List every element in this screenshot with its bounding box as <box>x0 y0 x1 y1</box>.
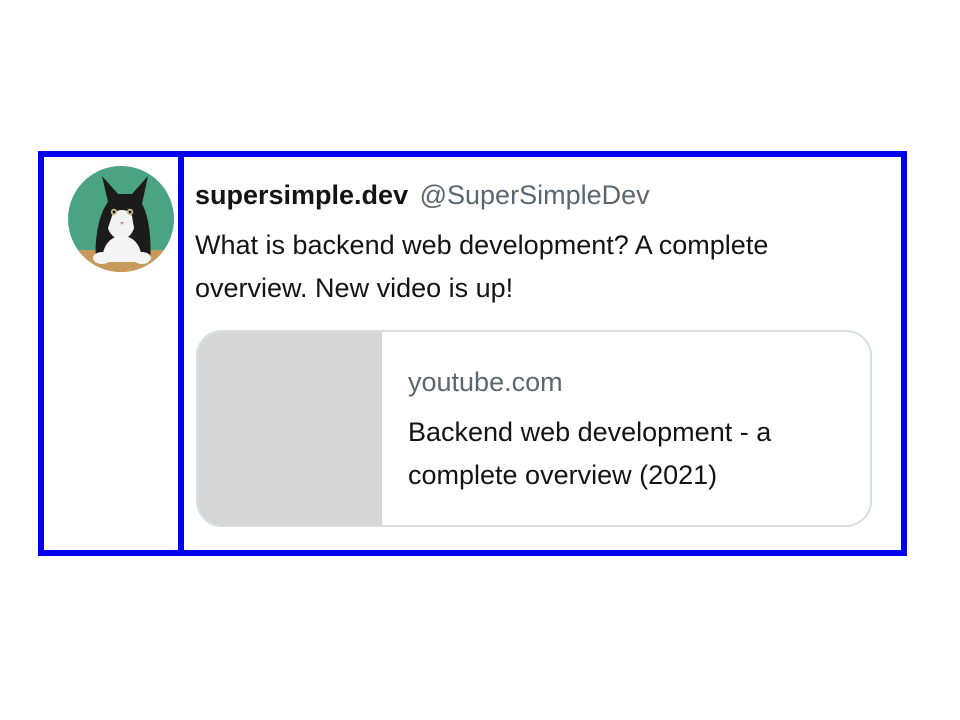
link-domain: youtube.com <box>408 367 563 397</box>
display-name[interactable]: supersimple.dev <box>195 180 408 210</box>
cat-avatar-icon[interactable] <box>68 166 174 272</box>
tweet-text: What is backend web development? A compl… <box>195 230 769 303</box>
user-handle[interactable]: @SuperSimpleDev <box>420 180 650 210</box>
tweet-avatar-column <box>44 157 184 550</box>
canvas: supersimple.dev @SuperSimpleDev What is … <box>0 0 960 720</box>
tweet-header: supersimple.dev @SuperSimpleDev <box>195 179 650 211</box>
link-thumbnail <box>198 332 382 525</box>
tweet: supersimple.dev @SuperSimpleDev What is … <box>38 151 907 556</box>
tweet-content: supersimple.dev @SuperSimpleDev What is … <box>184 157 901 550</box>
link-title: Backend web development - a complete ove… <box>408 417 772 490</box>
link-preview-card[interactable]: youtube.com Backend web development - a … <box>196 330 872 527</box>
